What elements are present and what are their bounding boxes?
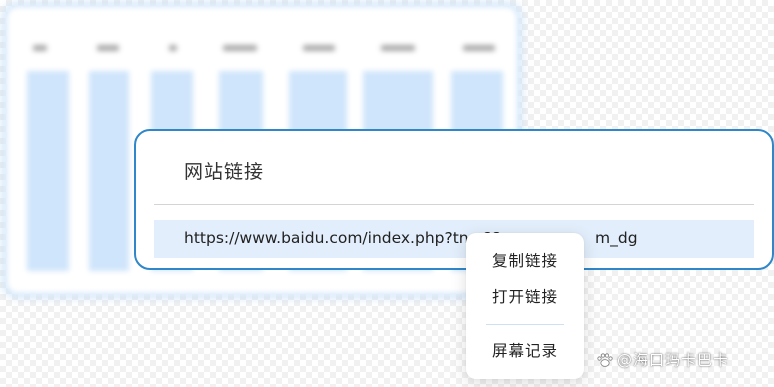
- divider: [154, 204, 754, 205]
- watermark: @海口玛卡巴卡: [596, 349, 729, 370]
- menu-item-open-link[interactable]: 打开链接: [466, 282, 584, 312]
- column-header: [303, 45, 335, 51]
- url-text[interactable]: https://www.baidu.com/index.php?tn=68: [184, 229, 501, 247]
- column-header: [169, 45, 177, 51]
- column-header: [381, 45, 415, 51]
- column-header: [33, 45, 47, 51]
- column-header: [223, 45, 257, 51]
- context-menu: 复制链接 打开链接 屏幕记录: [466, 233, 584, 379]
- column-header: [463, 45, 495, 51]
- column-bar: [27, 71, 69, 271]
- column-header: [97, 45, 119, 51]
- paw-icon: [597, 352, 613, 367]
- menu-item-screen-record[interactable]: 屏幕记录: [466, 336, 584, 366]
- menu-item-copy-link[interactable]: 复制链接: [466, 246, 584, 276]
- column-bar: [89, 71, 129, 271]
- watermark-text: @海口玛卡巴卡: [617, 351, 730, 369]
- menu-separator: [486, 324, 564, 325]
- url-field[interactable]: https://www.baidu.com/index.php?tn=68 m_…: [154, 220, 754, 258]
- website-link-dialog: 网站链接 https://www.baidu.com/index.php?tn=…: [134, 129, 774, 270]
- dialog-title: 网站链接: [184, 161, 265, 183]
- url-text-end[interactable]: m_dg: [595, 229, 638, 247]
